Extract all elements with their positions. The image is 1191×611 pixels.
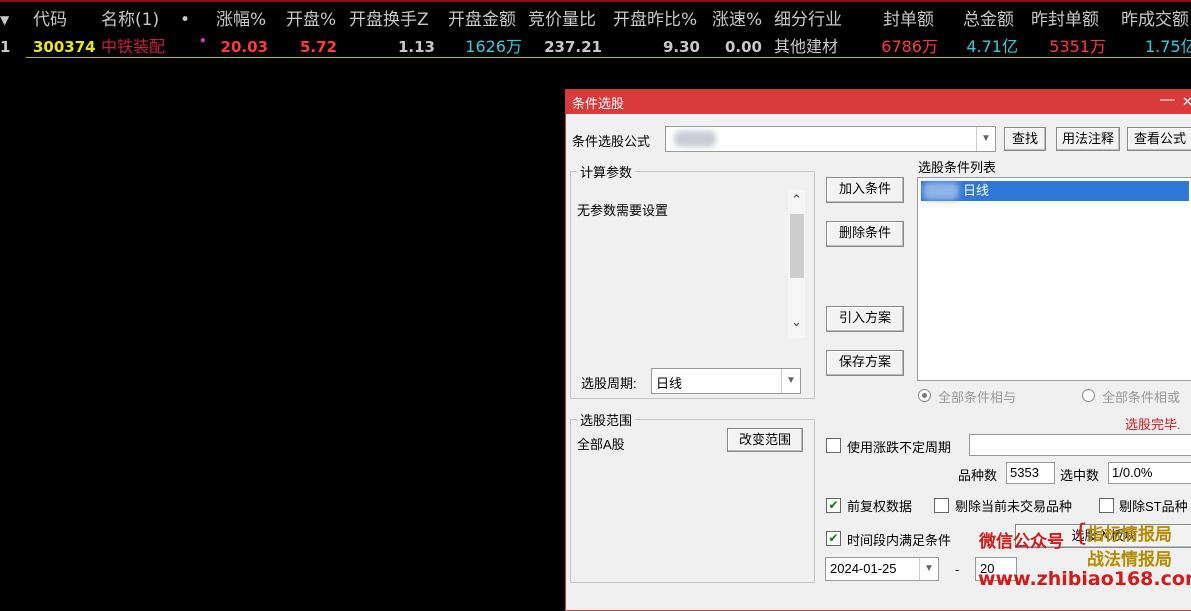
cell-seal: 6786万	[881, 37, 938, 56]
cell-industry: 其他建材	[774, 37, 839, 56]
row-underline	[26, 57, 1191, 58]
status-text: 选股完毕.	[1125, 417, 1181, 432]
header-prev-amount[interactable]: 昨成交额	[1121, 8, 1189, 32]
cell-change: 20.03	[220, 38, 268, 56]
exclude-untraded-label: 剔除当前未交易品种	[955, 499, 1073, 514]
import-scheme-button[interactable]: 引入方案	[826, 306, 904, 332]
adjusted-data-checkbox[interactable]: ✔	[826, 498, 841, 513]
date-start-picker[interactable]: 2024-01-25 ▼	[825, 557, 939, 581]
chevron-down-icon[interactable]: ▼	[919, 558, 938, 580]
watermark-line1: 指标情报局	[1087, 525, 1172, 545]
header-industry[interactable]: 细分行业	[774, 8, 842, 32]
cell-total: 4.71亿	[966, 37, 1018, 56]
header-open-prev[interactable]: 开盘昨比%	[613, 8, 697, 32]
params-scrollbar[interactable]: ⌃ ⌄	[788, 190, 805, 338]
params-text: 无参数需要设置	[577, 203, 669, 218]
cell-bid-ratio: 237.21	[544, 38, 602, 56]
change-scope-button[interactable]: 改变范围	[727, 428, 803, 452]
period-select[interactable]: 日线 ▼	[651, 368, 801, 394]
variable-period-label: 使用涨跌不定周期	[847, 440, 952, 455]
radio-or-label: 全部条件相或	[1102, 390, 1181, 405]
date-start-value: 2024-01-25	[830, 561, 897, 576]
scroll-up-icon[interactable]: ⌃	[791, 192, 802, 208]
header-prev-seal[interactable]: 昨封单额	[1031, 8, 1099, 32]
radio-and-label: 全部条件相与	[938, 390, 1017, 405]
selected-label: 选中数	[1060, 468, 1100, 483]
exclude-st-checkbox[interactable]	[1099, 498, 1114, 513]
time-range-checkbox[interactable]: ✔	[826, 531, 841, 546]
find-button[interactable]: 查找	[1004, 127, 1046, 151]
scope-legend: 选股范围	[577, 410, 636, 429]
blurred-formula-name	[674, 131, 716, 147]
usage-notes-button[interactable]: 用法注释	[1056, 127, 1120, 151]
header-dot: •	[180, 10, 191, 30]
variable-period-field[interactable]	[969, 434, 1191, 456]
selected-field: 1/0.0%	[1108, 462, 1191, 484]
header-change[interactable]: 涨幅%	[216, 8, 266, 32]
header-open[interactable]: 开盘%	[286, 8, 336, 32]
blurred-condition-name	[923, 182, 959, 200]
header-bid-ratio[interactable]: 竞价量比	[528, 8, 596, 32]
cell-name: 中铁装配	[101, 37, 166, 56]
view-formula-button[interactable]: 查看公式	[1127, 127, 1191, 151]
header-seal[interactable]: 封单额	[883, 8, 934, 32]
formula-combo[interactable]: ▼	[665, 126, 996, 152]
radio-or[interactable]	[1082, 389, 1095, 402]
cell-turnover: 1.13	[397, 38, 435, 56]
minimize-icon[interactable]: —	[1160, 91, 1175, 108]
close-icon[interactable]: ✕	[1182, 94, 1191, 110]
cell-prev-amount: 1.75亿	[1145, 37, 1191, 56]
brace-watermark: {	[1073, 519, 1089, 547]
count-field: 5353	[1006, 462, 1055, 484]
cell-amount: 1626万	[465, 37, 522, 56]
delete-condition-button[interactable]: 删除条件	[826, 221, 904, 247]
dialog-titlebar[interactable]: 条件选股 — ✕	[566, 90, 1191, 114]
scope-value: 全部A股	[577, 437, 625, 452]
cell-open: 5.72	[299, 38, 337, 56]
wechat-watermark: 微信公众号	[979, 532, 1064, 552]
exclude-st-label: 剔除ST品种	[1119, 499, 1188, 514]
condition-list[interactable]: 日线	[917, 177, 1191, 381]
cell-prev-seal: 5351万	[1049, 37, 1106, 56]
top-border	[0, 0, 1191, 2]
scroll-thumb[interactable]	[790, 214, 804, 278]
formula-label: 条件选股公式	[572, 134, 651, 149]
adjusted-data-label: 前复权数据	[847, 499, 913, 514]
dialog-title: 条件选股	[572, 96, 625, 111]
list-item-label: 日线	[963, 183, 990, 198]
header-amount[interactable]: 开盘金额	[448, 8, 516, 32]
watermark-line2: 战法情报局	[1087, 550, 1172, 570]
chevron-down-icon[interactable]: ▼	[781, 369, 800, 393]
exclude-untraded-checkbox[interactable]	[934, 498, 949, 513]
header-turnover[interactable]: 开盘换手Z	[349, 8, 429, 32]
row-index: 1	[0, 38, 11, 56]
header-total[interactable]: 总金额	[963, 8, 1014, 32]
cell-speed: 0.00	[724, 38, 762, 56]
period-value: 日线	[656, 376, 683, 391]
count-label: 品种数	[958, 468, 998, 483]
watermark-url: www.zhibiao168.com	[978, 568, 1191, 590]
header-code[interactable]: 代码	[33, 8, 67, 32]
list-item[interactable]: 日线	[921, 181, 1189, 201]
date-dash: -	[955, 562, 960, 577]
params-legend: 计算参数	[577, 162, 636, 181]
variable-period-checkbox[interactable]	[826, 438, 841, 453]
add-condition-button[interactable]: 加入条件	[826, 177, 904, 203]
sort-arrow-icon[interactable]: ▼	[0, 8, 9, 32]
header-speed[interactable]: 涨速%	[712, 8, 762, 32]
scroll-down-icon[interactable]: ⌄	[791, 314, 802, 330]
chevron-down-icon[interactable]: ▼	[976, 127, 995, 151]
cell-open-prev: 9.30	[662, 38, 700, 56]
condition-list-label: 选股条件列表	[918, 160, 997, 175]
save-scheme-button[interactable]: 保存方案	[826, 350, 904, 376]
time-range-label: 时间段内满足条件	[847, 533, 952, 548]
header-name[interactable]: 名称(1)	[101, 8, 159, 32]
period-label: 选股周期:	[581, 376, 637, 391]
cell-code: 300374	[33, 38, 96, 56]
radio-and[interactable]	[918, 389, 931, 402]
